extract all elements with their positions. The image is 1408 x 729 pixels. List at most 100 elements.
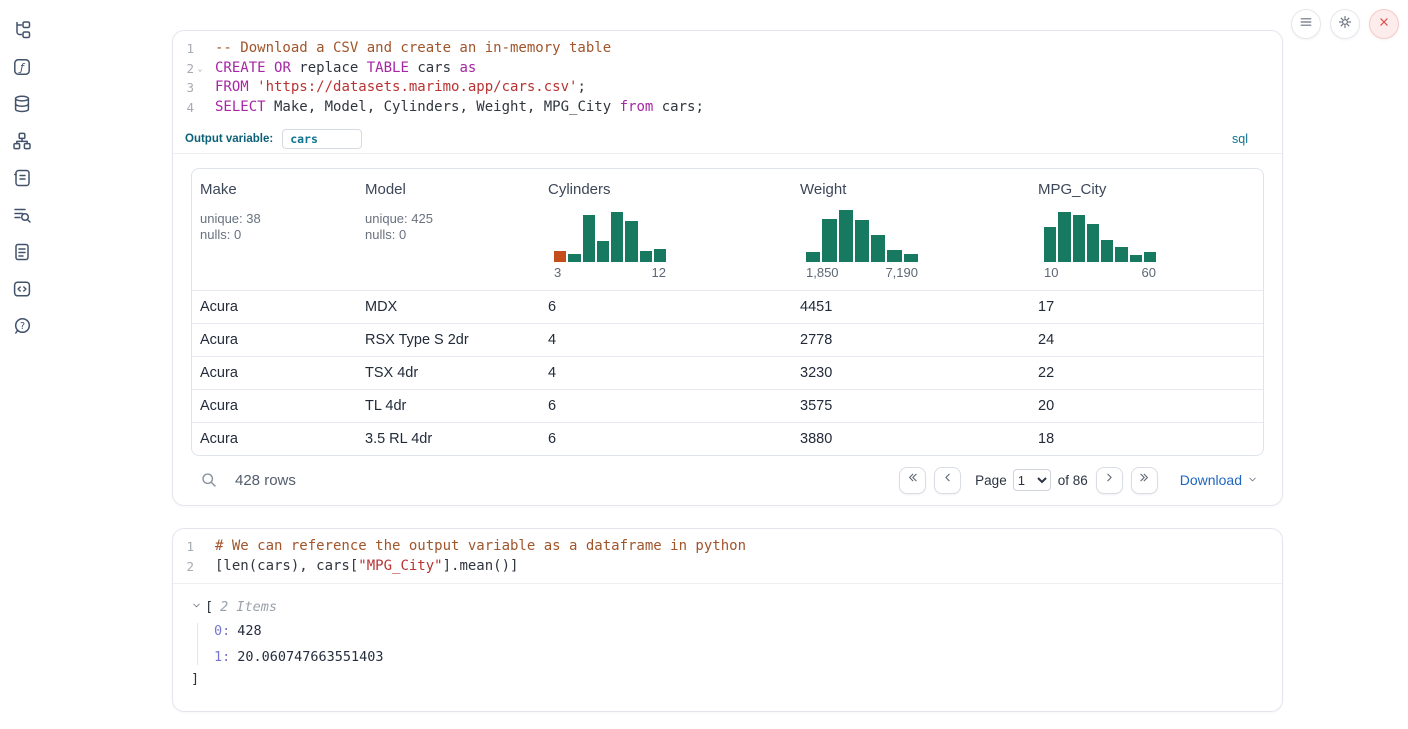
search-icon[interactable] — [200, 471, 218, 489]
histogram-bar[interactable] — [625, 221, 637, 262]
list-item: 1:20.060747663551403 — [214, 649, 1264, 665]
menu-button[interactable] — [1291, 9, 1321, 39]
python-code-editor[interactable]: 1# We can reference the output variable … — [173, 529, 1282, 583]
sidebar-item-functions[interactable]: ƒ — [11, 58, 33, 80]
sidebar-item-dependency-graph[interactable] — [11, 132, 33, 154]
prev-page-button[interactable] — [934, 467, 961, 494]
chevron-right-icon — [1103, 471, 1116, 489]
table-cell: Acura — [192, 299, 357, 315]
code-token — [249, 79, 257, 95]
collapse-chevron-icon[interactable] — [191, 599, 205, 615]
next-page-button[interactable] — [1096, 467, 1123, 494]
table-cell: 3575 — [792, 398, 1030, 414]
histogram-bar[interactable] — [583, 215, 595, 262]
database-icon — [12, 94, 32, 119]
histogram-bar[interactable] — [822, 219, 836, 262]
sql-meta-bar: Output variable: sql — [173, 125, 1282, 154]
sidebar-item-documentation[interactable] — [11, 243, 33, 265]
sql-code-editor[interactable]: 1-- Download a CSV and create an in-memo… — [173, 31, 1282, 125]
line-gutter: 4 — [173, 98, 206, 118]
chevron-left-icon — [941, 471, 954, 489]
table-cell: 18 — [1030, 431, 1263, 447]
open-bracket: [ — [205, 599, 213, 615]
line-number: 4 — [173, 98, 194, 118]
sidebar-item-logs[interactable] — [11, 206, 33, 228]
output-variable-input[interactable] — [282, 129, 362, 149]
column-header-weight[interactable]: Weight 1,8507,190 — [792, 169, 1030, 290]
table-body: AcuraMDX6445117AcuraRSX Type S 2dr427782… — [192, 290, 1263, 455]
code-token: -- Download a CSV and create an in-memor… — [215, 40, 611, 56]
output-variable-label: Output variable: — [185, 133, 273, 145]
last-page-button[interactable] — [1131, 467, 1158, 494]
histogram-bar[interactable] — [1115, 247, 1127, 262]
histogram-bars — [806, 210, 918, 262]
list-output: [ 2 Items 0:4281:20.060747663551403 ] — [173, 583, 1282, 711]
settings-button[interactable] — [1330, 9, 1360, 39]
python-cell: 1# We can reference the output variable … — [172, 528, 1283, 712]
code-line: 3FROM 'https://datasets.marimo.app/cars.… — [173, 78, 1282, 98]
table-cell: Acura — [192, 365, 357, 381]
svg-text:?: ? — [20, 321, 25, 332]
sidebar-item-scratchpad[interactable] — [11, 169, 33, 191]
column-header-mpg_city[interactable]: MPG_City1060 — [1030, 169, 1263, 290]
histogram-bar[interactable] — [887, 250, 901, 262]
download-button[interactable]: Download — [1180, 472, 1258, 488]
fold-chevron-icon[interactable]: ⌄ — [194, 59, 206, 79]
code-token: FROM — [215, 79, 249, 95]
sidebar-item-datasources[interactable] — [11, 95, 33, 117]
histogram-bar[interactable] — [871, 235, 885, 262]
help-circle-icon: ? — [12, 316, 32, 341]
histogram-bar[interactable] — [597, 241, 609, 262]
histogram-bar[interactable] — [611, 212, 623, 262]
table-cell: 3880 — [792, 431, 1030, 447]
search-lines-icon — [12, 205, 32, 230]
column-title: Weight — [800, 181, 1022, 198]
column-header-cylinders[interactable]: Cylinders312 — [540, 169, 792, 290]
histogram-bar[interactable] — [554, 251, 566, 262]
code-token — [266, 60, 274, 76]
code-token: "MPG_City" — [358, 558, 442, 574]
code-text: SELECT Make, Model, Cylinders, Weight, M… — [206, 98, 704, 118]
column-header-model[interactable]: Modelunique: 425nulls: 0 — [357, 169, 540, 290]
column-title: Cylinders — [548, 181, 784, 198]
sidebar-item-help[interactable]: ? — [11, 317, 33, 339]
top-right-toolbar — [1291, 9, 1399, 39]
histogram-bars — [1044, 210, 1156, 262]
first-page-button[interactable] — [899, 467, 926, 494]
histogram-bar[interactable] — [654, 249, 666, 262]
code-line: 4 SELECT Make, Model, Cylinders, Weight, … — [173, 98, 1282, 118]
sql-output: Makeunique: 38nulls: 0Modelunique: 425nu… — [173, 154, 1282, 456]
items-count-label: 2 Items — [220, 599, 277, 615]
histogram-bar[interactable] — [1101, 240, 1113, 262]
histogram-bar[interactable] — [1044, 227, 1056, 262]
column-header-make[interactable]: Makeunique: 38nulls: 0 — [192, 169, 357, 290]
table-cell: 4451 — [792, 299, 1030, 315]
sidebar-item-file-tree[interactable] — [11, 21, 33, 43]
histogram-bar[interactable] — [839, 210, 853, 262]
histogram-bar[interactable] — [1130, 255, 1142, 262]
histogram-bar[interactable] — [640, 251, 652, 262]
svg-text:ƒ: ƒ — [18, 61, 26, 74]
line-gutter: 2⌄ — [173, 59, 206, 79]
list-item-value: 428 — [237, 623, 261, 639]
histogram-bar[interactable] — [806, 252, 820, 262]
chevrons-right-icon — [1138, 471, 1151, 489]
histogram-bar[interactable] — [855, 220, 869, 262]
code-token: TABLE — [367, 60, 409, 76]
file-tree-icon — [12, 20, 32, 45]
histogram-weight: 1,8507,190 — [806, 210, 918, 280]
fold-slot — [194, 78, 206, 98]
sidebar-item-snippets[interactable] — [11, 280, 33, 302]
histogram-min-label: 10 — [1044, 265, 1058, 280]
histogram-min-label: 1,850 — [806, 265, 839, 280]
shutdown-button[interactable] — [1369, 9, 1399, 39]
code-line: 1# We can reference the output variable … — [173, 537, 1282, 557]
page-select[interactable]: 1 — [1013, 469, 1051, 491]
histogram-bar[interactable] — [1087, 224, 1099, 262]
code-token: ].mean()] — [443, 558, 519, 574]
histogram-bar[interactable] — [904, 254, 918, 262]
histogram-bar[interactable] — [1073, 215, 1085, 262]
histogram-bar[interactable] — [568, 254, 580, 262]
histogram-bar[interactable] — [1144, 252, 1156, 262]
histogram-bar[interactable] — [1058, 212, 1070, 262]
